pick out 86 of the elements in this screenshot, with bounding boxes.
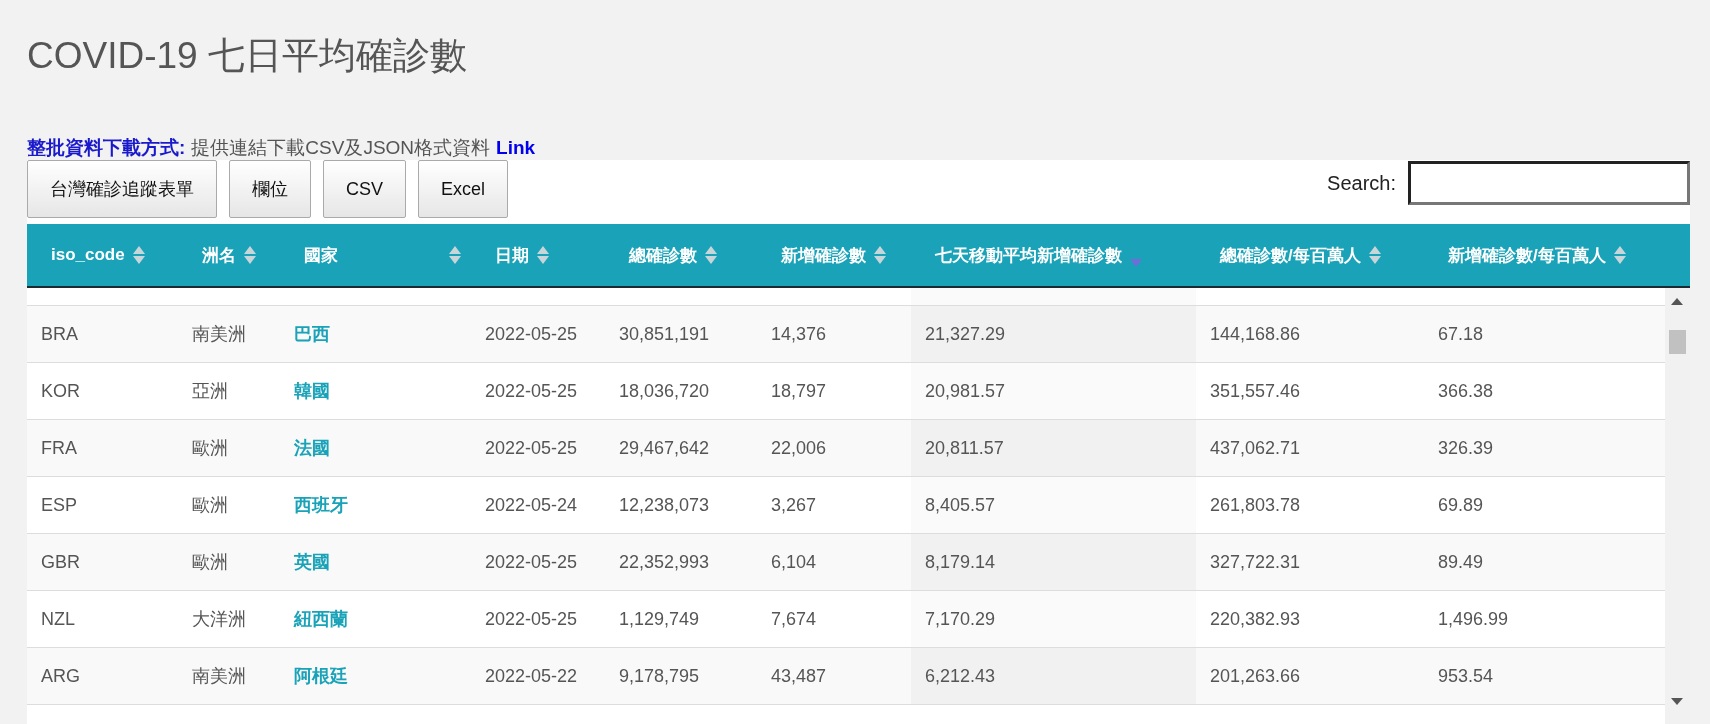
download-description: 提供連結下載CSV及JSON格式資料 xyxy=(191,136,491,160)
country-link[interactable]: 阿根廷 xyxy=(294,664,348,688)
table-cell: 2022-05-25 xyxy=(485,551,578,573)
table-cell: 18,036,720 xyxy=(619,380,710,402)
table-cell-text: 亞洲 xyxy=(192,380,228,403)
table-cell: 1,129,749 xyxy=(619,608,700,630)
column-header[interactable]: 總確診數 xyxy=(629,243,697,267)
table-cell: ARG xyxy=(41,665,80,687)
table-cell: 201,263.66 xyxy=(1210,665,1301,687)
column-header[interactable]: 總確診數/每百萬人 xyxy=(1220,243,1361,267)
table-cell: 261,803.78 xyxy=(1210,494,1301,516)
country-link[interactable]: 韓國 xyxy=(294,379,330,403)
table-cell: 18,797 xyxy=(771,380,827,402)
search-label: Search: xyxy=(1327,171,1396,195)
column-header[interactable]: 洲名 xyxy=(202,243,236,267)
download-link[interactable]: Link xyxy=(496,136,536,160)
table-cell: 326.39 xyxy=(1438,437,1494,459)
column-header[interactable]: 國家 xyxy=(304,243,338,267)
column-header[interactable]: 新增確診數/每百萬人 xyxy=(1448,243,1606,267)
country-link[interactable]: 英國 xyxy=(294,550,330,574)
table-cell: 8,405.57 xyxy=(925,494,996,516)
table-cell: 7,170.29 xyxy=(925,608,996,630)
table-cell: 69.89 xyxy=(1438,494,1484,516)
table-cell: 22,352,993 xyxy=(619,551,710,573)
scroll-down-icon[interactable] xyxy=(1671,698,1683,705)
column-header[interactable]: iso_code xyxy=(51,245,125,265)
table-cell-text: 大洋洲 xyxy=(192,608,246,631)
country-link[interactable]: 西班牙 xyxy=(294,493,348,517)
table-cell-text: 歐洲 xyxy=(192,551,228,574)
download-label: 整批資料下載方式: xyxy=(27,136,186,160)
page-title: COVID-19 七日平均確診數 xyxy=(27,34,468,78)
table-cell: 953.54 xyxy=(1438,665,1494,687)
table-cell: 8,179.14 xyxy=(925,551,996,573)
table-cell: BRA xyxy=(41,323,78,345)
table-cell: 2022-05-25 xyxy=(485,380,578,402)
table-cell: 366.38 xyxy=(1438,380,1494,402)
column-header[interactable]: 新增確診數 xyxy=(781,243,866,267)
table-cell: 2022-05-25 xyxy=(485,437,578,459)
column-header[interactable]: 七天移動平均新增確診數 xyxy=(935,243,1122,267)
scroll-up-icon[interactable] xyxy=(1671,298,1683,305)
table-cell: 89.49 xyxy=(1438,551,1484,573)
table-cell: 14,376 xyxy=(771,323,827,345)
country-link[interactable]: 紐西蘭 xyxy=(294,607,348,631)
table-cell: FRA xyxy=(41,437,77,459)
table-cell: 7,674 xyxy=(771,608,817,630)
table-cell: 1,496.99 xyxy=(1438,608,1509,630)
table-cell-text: 歐洲 xyxy=(192,437,228,460)
table-cell: 2022-05-22 xyxy=(485,665,578,687)
table-cell: GBR xyxy=(41,551,80,573)
table-cell: 22,006 xyxy=(771,437,827,459)
country-link[interactable]: 巴西 xyxy=(294,322,330,346)
toolbar-button[interactable]: 欄位 xyxy=(229,160,311,218)
table-cell: 144,168.86 xyxy=(1210,323,1301,345)
table-cell: 351,557.46 xyxy=(1210,380,1301,402)
table-cell: KOR xyxy=(41,380,80,402)
table-cell: 20,981.57 xyxy=(925,380,1006,402)
table-cell: ESP xyxy=(41,494,78,516)
scrollbar[interactable] xyxy=(1665,288,1690,724)
toolbar-button[interactable]: CSV xyxy=(323,160,406,218)
table-cell: 6,212.43 xyxy=(925,665,996,687)
scrollbar-thumb[interactable] xyxy=(1669,330,1686,354)
table-cell: 21,327.29 xyxy=(925,323,1006,345)
toolbar-button[interactable]: Excel xyxy=(418,160,509,218)
table-cell: 12,238,073 xyxy=(619,494,710,516)
table-cell: 437,062.71 xyxy=(1210,437,1301,459)
table-cell: NZL xyxy=(41,608,75,630)
table-cell: 43,487 xyxy=(771,665,827,687)
table-cell: 3,267 xyxy=(771,494,817,516)
table-cell: 2022-05-25 xyxy=(485,323,578,345)
column-header[interactable]: 日期 xyxy=(495,243,529,267)
country-link[interactable]: 法國 xyxy=(294,436,330,460)
table-cell: 2022-05-25 xyxy=(485,608,578,630)
table-cell: 20,811.57 xyxy=(925,437,1004,459)
table-cell: 220,382.93 xyxy=(1210,608,1301,630)
toolbar-button[interactable]: 台灣確診追蹤表單 xyxy=(27,160,217,218)
table-cell-text: 南美洲 xyxy=(192,665,246,688)
table-cell-text: 歐洲 xyxy=(192,494,228,517)
search-field[interactable] xyxy=(1408,161,1690,205)
table-cell: 29,467,642 xyxy=(619,437,710,459)
table-cell: 6,104 xyxy=(771,551,817,573)
table-cell: 30,851,191 xyxy=(619,323,710,345)
table-cell: 2022-05-24 xyxy=(485,494,578,516)
table-cell: 9,178,795 xyxy=(619,665,700,687)
table-cell: 67.18 xyxy=(1438,323,1484,345)
table-cell: 327,722.31 xyxy=(1210,551,1301,573)
table-cell-text: 南美洲 xyxy=(192,323,246,346)
